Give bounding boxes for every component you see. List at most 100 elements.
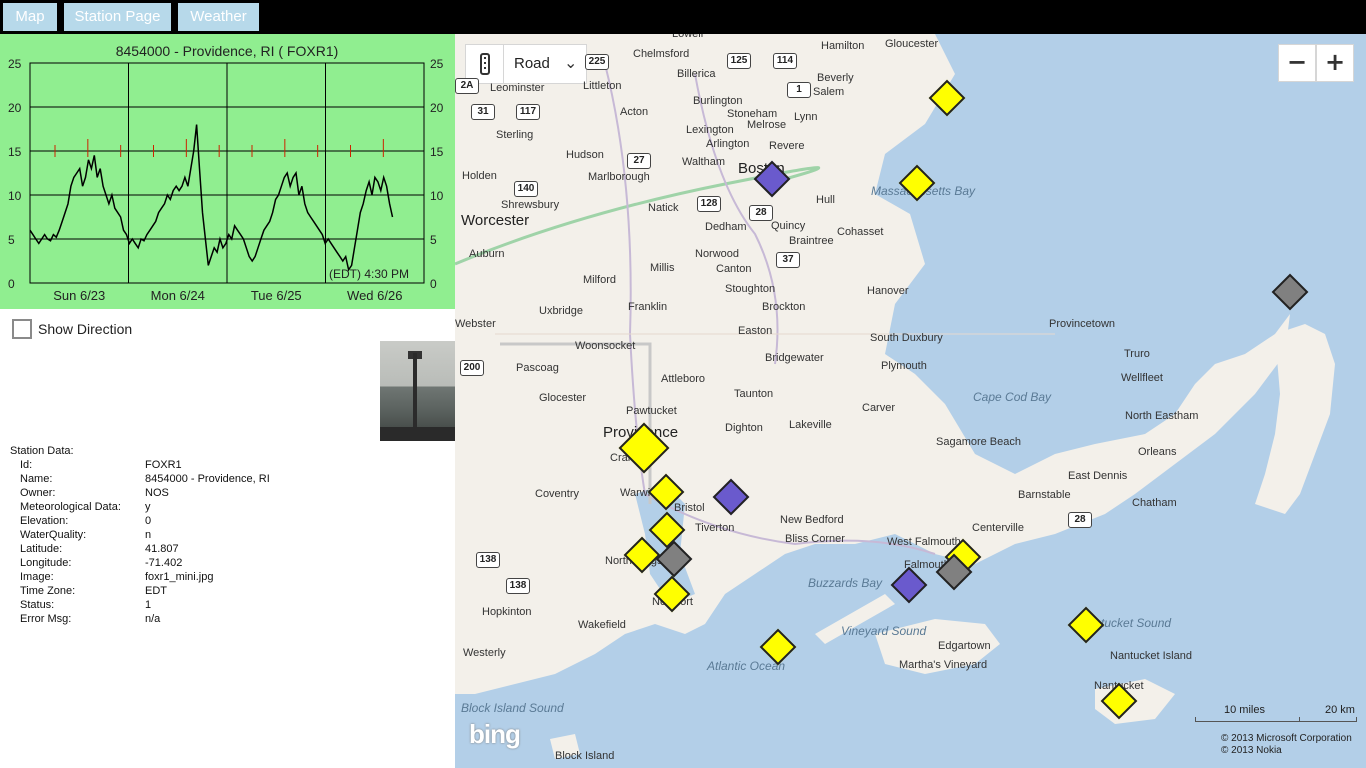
- map-place-label: Burlington: [693, 95, 743, 107]
- map-place-label: Lowell: [672, 34, 704, 40]
- map-place-label: Acton: [620, 106, 649, 118]
- map-place-label: Bridgewater: [765, 352, 824, 364]
- map-place-label: Bristol: [674, 502, 705, 514]
- station-data-value: n: [145, 529, 152, 541]
- map-place-label: Hull: [816, 194, 835, 206]
- station-data-value: foxr1_mini.jpg: [145, 571, 214, 583]
- map-style-select[interactable]: Road: [514, 55, 550, 72]
- map-place-label: Shrewsbury: [501, 199, 560, 211]
- scale-bar-divider: [1299, 717, 1300, 722]
- scale-km: 20 km: [1325, 704, 1355, 716]
- map-place-label: Martha's Vineyard: [899, 659, 988, 671]
- station-data-value: -71.402: [145, 557, 183, 569]
- station-data-key: Status:: [20, 599, 55, 611]
- route-shield: 140: [514, 181, 538, 197]
- map-place-label: North Eastham: [1125, 410, 1199, 422]
- station-data-row: Latitude: 41.807: [10, 543, 450, 557]
- bing-logo: bing: [469, 719, 521, 749]
- scale-miles: 10 miles: [1224, 704, 1265, 716]
- station-data-key: Latitude:: [20, 543, 63, 555]
- map-place-label: Sagamore Beach: [936, 436, 1021, 448]
- route-shield: 28: [1068, 512, 1092, 528]
- zoom-out-button[interactable]: −: [1278, 44, 1316, 82]
- map-place-label: Taunton: [734, 388, 774, 400]
- y-tick-label-left: 5: [8, 233, 15, 247]
- map-place-label: Lexington: [686, 124, 734, 136]
- map-place-label: Norwood: [695, 248, 740, 260]
- map-place-label: Melrose: [747, 119, 787, 131]
- y-tick-label-right: 5: [430, 233, 437, 247]
- map-place-label: Auburn: [469, 248, 505, 260]
- chart-title: 8454000 - Providence, RI ( FOXR1): [116, 43, 339, 59]
- tab-weather[interactable]: Weather: [178, 3, 259, 31]
- map-place-label: Block Island Sound: [461, 701, 564, 715]
- map-view[interactable]: Road ⌄ − + Lowell Hamilton Gloucester Chelm…: [455, 34, 1366, 768]
- map-place-label: Pawtucket: [626, 405, 677, 417]
- x-tick-label: Mon 6/24: [151, 288, 205, 303]
- y-tick-label-left: 15: [8, 145, 22, 159]
- map-place-label: Easton: [738, 325, 773, 337]
- map-place-label: Lakeville: [789, 419, 832, 431]
- route-shield: 225: [585, 54, 609, 70]
- station-data-row: Id: FOXR1: [10, 459, 450, 473]
- station-data-key: WaterQuality:: [20, 529, 87, 541]
- zoom-in-button[interactable]: +: [1316, 44, 1354, 82]
- map-place-label: Plymouth: [881, 360, 927, 372]
- station-data-key: Image:: [20, 571, 54, 583]
- map-place-label: Holden: [462, 170, 497, 182]
- route-shield: 138: [506, 578, 530, 594]
- y-tick-label-left: 25: [8, 57, 22, 71]
- station-data-row: Meteorological Data: y: [10, 501, 450, 515]
- station-data-row: Elevation: 0: [10, 515, 450, 529]
- map-place-label: Littleton: [583, 80, 622, 92]
- y-tick-label-right: 10: [430, 189, 444, 203]
- station-data-value: n/a: [145, 613, 161, 625]
- map-place-label: Truro: [1124, 348, 1150, 360]
- station-data-key: Owner:: [20, 487, 56, 499]
- station-data-key: Id:: [20, 459, 33, 471]
- map-place-label: Salem: [813, 86, 845, 98]
- map-place-label: Stoughton: [725, 283, 776, 295]
- map-place-label: Attleboro: [661, 373, 706, 385]
- map-place-label: Coventry: [535, 488, 580, 500]
- map-place-label: South Duxbury: [870, 332, 943, 344]
- station-data-value: 41.807: [145, 543, 179, 555]
- map-place-label: Webster: [455, 318, 496, 330]
- x-tick-label: Sun 6/23: [53, 288, 105, 303]
- map-place-label: Marlborough: [588, 171, 650, 183]
- copyright-nokia: © 2013 Nokia: [1221, 745, 1282, 756]
- map-place-label: Gloucester: [885, 38, 939, 50]
- map-place-label: Wakefield: [578, 619, 626, 631]
- tab-station-page[interactable]: Station Page: [64, 3, 171, 31]
- show-direction-toggle[interactable]: Show Direction: [12, 318, 132, 340]
- station-photo: [380, 341, 455, 441]
- station-data-key: Time Zone:: [20, 585, 76, 597]
- chevron-down-icon[interactable]: ⌄: [564, 53, 577, 72]
- y-tick-label-right: 0: [430, 277, 437, 291]
- y-tick-label-left: 0: [8, 277, 15, 291]
- y-tick-label-right: 15: [430, 145, 444, 159]
- map-place-label: Sterling: [496, 129, 534, 141]
- map-place-label: Centerville: [972, 522, 1024, 534]
- route-shield: 27: [627, 153, 651, 169]
- route-shield: 37: [776, 252, 800, 268]
- map-place-label: Waltham: [682, 156, 725, 168]
- station-data-row: Name: 8454000 - Providence, RI: [10, 473, 450, 487]
- show-direction-checkbox[interactable]: [12, 319, 32, 339]
- station-data-row: Error Msg: n/a: [10, 613, 450, 627]
- route-shield: 1: [787, 82, 811, 98]
- map-place-label: Uxbridge: [539, 305, 584, 317]
- map-place-label: Beverly: [817, 72, 854, 84]
- tab-map[interactable]: Map: [3, 3, 57, 31]
- route-shield: 117: [516, 104, 540, 120]
- map-place-label: Dighton: [725, 422, 763, 434]
- map-place-label: Canton: [716, 263, 752, 275]
- route-shield: 114: [773, 53, 797, 69]
- map-place-label: Revere: [769, 140, 805, 152]
- map-place-label: Provincetown: [1049, 318, 1116, 330]
- station-data-row: WaterQuality: n: [10, 529, 450, 543]
- station-data-key: Meteorological Data:: [20, 501, 121, 513]
- route-shield: 128: [697, 196, 721, 212]
- route-shield: 2A: [455, 78, 479, 94]
- station-panel: 8454000 - Providence, RI ( FOXR1) 25 25 20 2…: [0, 34, 455, 768]
